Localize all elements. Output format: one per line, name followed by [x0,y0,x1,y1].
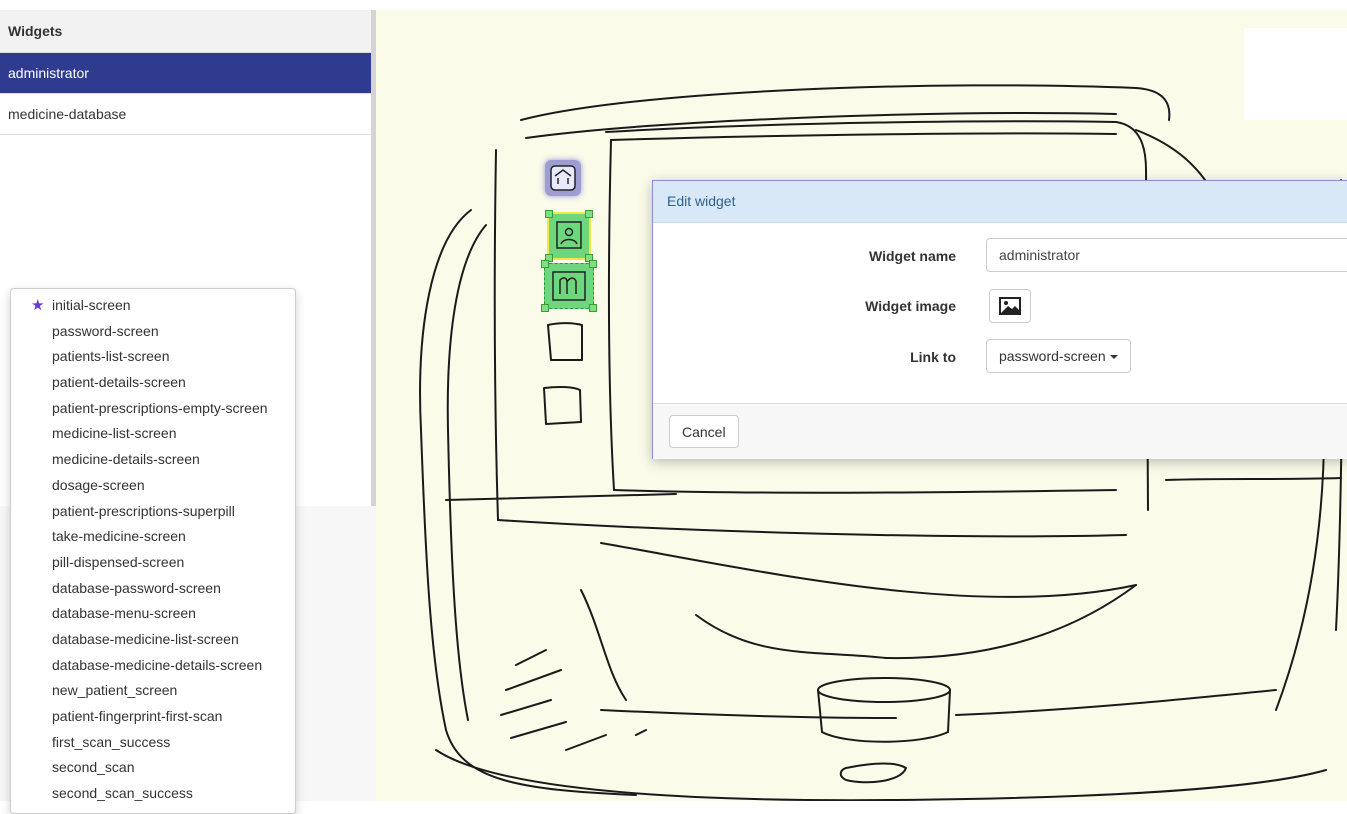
screen-item[interactable]: patient-prescriptions-superpill [11,499,295,525]
widget-name-input[interactable] [986,238,1347,272]
widget-image-button[interactable] [989,289,1031,323]
screens-menu: ★ initial-screen password-screen patient… [10,288,296,814]
resize-handle[interactable] [589,304,597,312]
image-icon [999,297,1021,315]
screen-item[interactable]: patient-prescriptions-empty-screen [11,396,295,422]
medicine-database-hotspot[interactable] [541,260,597,312]
widget-name-label: Widget name [869,248,956,264]
screen-item[interactable]: second_scan [11,755,295,781]
screen-item[interactable]: patient-details-screen [11,370,295,396]
medicine-icon [552,271,586,301]
screen-item[interactable]: database-medicine-list-screen [11,627,295,653]
screen-item[interactable]: database-menu-screen [11,601,295,627]
link-to-label: Link to [910,349,956,365]
link-to-value: password-screen [999,348,1106,364]
screen-item[interactable]: patients-list-screen [11,344,295,370]
screen-item[interactable]: password-screen [11,319,295,345]
screen-item[interactable]: patient-fingerprint-first-scan [11,704,295,730]
cancel-button[interactable]: Cancel [669,415,739,448]
screen-item[interactable]: pill-dispensed-screen [11,550,295,576]
screen-item[interactable]: medicine-details-screen [11,447,295,473]
resize-handle[interactable] [541,260,549,268]
widget-item-administrator[interactable]: administrator [0,53,371,94]
home-icon [550,165,576,191]
screen-item[interactable]: database-password-screen [11,576,295,602]
link-to-row: Link to password-screen [653,339,1347,375]
resize-handle[interactable] [541,304,549,312]
dialog-title: Edit widget [653,181,1347,223]
white-patch [1244,28,1347,120]
widget-item-medicine-database[interactable]: medicine-database [0,94,371,135]
widget-image-row: Widget image [653,288,1347,324]
screen-item[interactable]: first_scan_success [11,730,295,756]
home-hotspot[interactable] [545,160,581,196]
widget-image-label: Widget image [865,298,956,314]
link-to-dropdown[interactable]: password-screen [986,339,1131,373]
screen-item[interactable]: dosage-screen [11,473,295,499]
widget-name-row: Widget name [653,238,1347,274]
resize-handle[interactable] [545,210,553,218]
screen-item[interactable]: second_scan_success [11,781,295,807]
screen-item[interactable]: medicine-list-screen [11,421,295,447]
screen-item-initial[interactable]: ★ initial-screen [11,293,295,319]
user-icon [556,221,582,249]
dialog-footer: Cancel [653,403,1347,459]
widgets-header: Widgets [0,10,371,53]
resize-handle[interactable] [585,210,593,218]
screen-item[interactable]: database-medicine-details-screen [11,653,295,679]
edit-widget-dialog: Edit widget Widget name Widget image Lin… [652,180,1347,459]
screen-item-label: initial-screen [52,297,131,313]
screen-item[interactable]: take-medicine-screen [11,524,295,550]
resize-handle[interactable] [589,260,597,268]
star-icon: ★ [31,297,45,314]
administrator-hotspot[interactable] [545,210,593,262]
caret-down-icon [1109,355,1118,360]
screen-item[interactable]: new_patient_screen [11,678,295,704]
